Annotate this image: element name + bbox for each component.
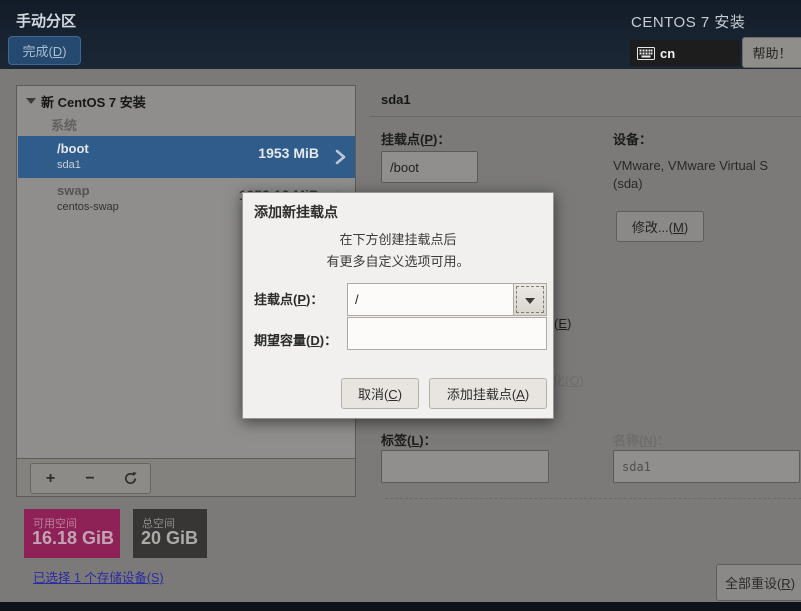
device-label: 设备： — [613, 129, 652, 148]
group-label-system: 系统 — [51, 115, 77, 134]
name-label: 名称(N)： — [613, 430, 670, 449]
device-value-line2: (sda) — [613, 176, 643, 191]
dialog-title: 添加新挂载点 — [254, 202, 338, 222]
device-detail-title: sda1 — [381, 92, 411, 107]
partition-device: centos-swap — [57, 201, 119, 213]
partition-mount: swap — [57, 183, 90, 198]
keyboard-layout-label: cn — [660, 46, 675, 61]
detail-divider — [370, 116, 801, 117]
dialog-capacity-label: 期望容量(D)： — [254, 330, 337, 349]
tree-header[interactable]: 新 CentOS 7 安装 — [17, 86, 355, 114]
tree-title: 新 CentOS 7 安装 — [41, 92, 146, 111]
chevron-right-icon — [335, 149, 346, 165]
installer-window: 手动分区 完成(D) CENTOS 7 安装 cn 帮助！ sda1 挂载点(P… — [0, 0, 801, 611]
mount-point-field[interactable] — [381, 151, 478, 183]
reload-button[interactable] — [110, 463, 151, 494]
remove-partition-button[interactable]: − — [70, 463, 111, 494]
selected-disks-link[interactable]: 已选择 1 个存储设备(S) — [33, 567, 164, 586]
available-space-value: 16.18 GiB — [32, 528, 114, 549]
dialog-add-mount-point-button[interactable]: 添加挂载点(A) — [429, 378, 547, 409]
dialog-description-line2: 有更多自定义选项可用。 — [243, 251, 553, 270]
detail-dashed-divider — [385, 498, 801, 499]
label-field[interactable] — [381, 450, 549, 483]
partition-toolbar: + − — [17, 458, 355, 496]
expander-triangle-icon[interactable] — [26, 98, 36, 104]
dialog-mount-point-combo-entry[interactable] — [347, 283, 514, 316]
partition-mount: /boot — [57, 141, 89, 156]
name-field — [613, 450, 800, 483]
dialog-description-line1: 在下方创建挂载点后 — [243, 229, 553, 248]
total-space-value: 20 GiB — [141, 528, 198, 549]
add-partition-button[interactable]: + — [30, 463, 71, 494]
refresh-icon — [123, 471, 138, 486]
page-title: 手动分区 — [16, 10, 76, 31]
add-mount-point-dialog: 添加新挂载点 在下方创建挂载点后 有更多自定义选项可用。 挂载点(P)： 期望容… — [242, 192, 554, 419]
help-button[interactable]: 帮助！ — [742, 37, 801, 68]
label-label: 标签(L)： — [381, 430, 437, 449]
keyboard-layout-indicator[interactable]: cn — [630, 40, 740, 66]
bottom-strip — [0, 602, 801, 611]
partition-size: 1953 MiB — [258, 145, 319, 161]
reset-all-button[interactable]: 全部重设(R) — [716, 564, 801, 601]
minus-icon: − — [85, 470, 94, 488]
available-space-box: 可用空间 16.18 GiB — [24, 509, 120, 558]
device-value-line1: VMware, VMware Virtual S — [613, 158, 768, 173]
dialog-cancel-button[interactable]: 取消(C) — [341, 378, 419, 409]
dialog-capacity-field[interactable] — [347, 317, 547, 350]
modify-device-button[interactable]: 修改...(M) — [616, 211, 704, 242]
plus-icon: + — [46, 470, 55, 488]
partition-row-boot[interactable]: /boot sda1 1953 MiB — [18, 136, 355, 178]
dropdown-arrow-icon — [525, 298, 535, 304]
done-button[interactable]: 完成(D) — [8, 36, 81, 65]
partition-device: sda1 — [57, 159, 81, 171]
total-space-box: 总空间 20 GiB — [133, 509, 207, 558]
keyboard-icon — [637, 47, 655, 60]
mount-point-label: 挂载点(P)： — [381, 129, 450, 148]
header-bar: 手动分区 完成(D) CENTOS 7 安装 cn 帮助！ — [0, 0, 801, 69]
dialog-mount-point-dropdown-button[interactable] — [513, 283, 547, 316]
dialog-mount-point-label: 挂载点(P)： — [254, 289, 323, 308]
install-title: CENTOS 7 安装 — [631, 11, 745, 32]
